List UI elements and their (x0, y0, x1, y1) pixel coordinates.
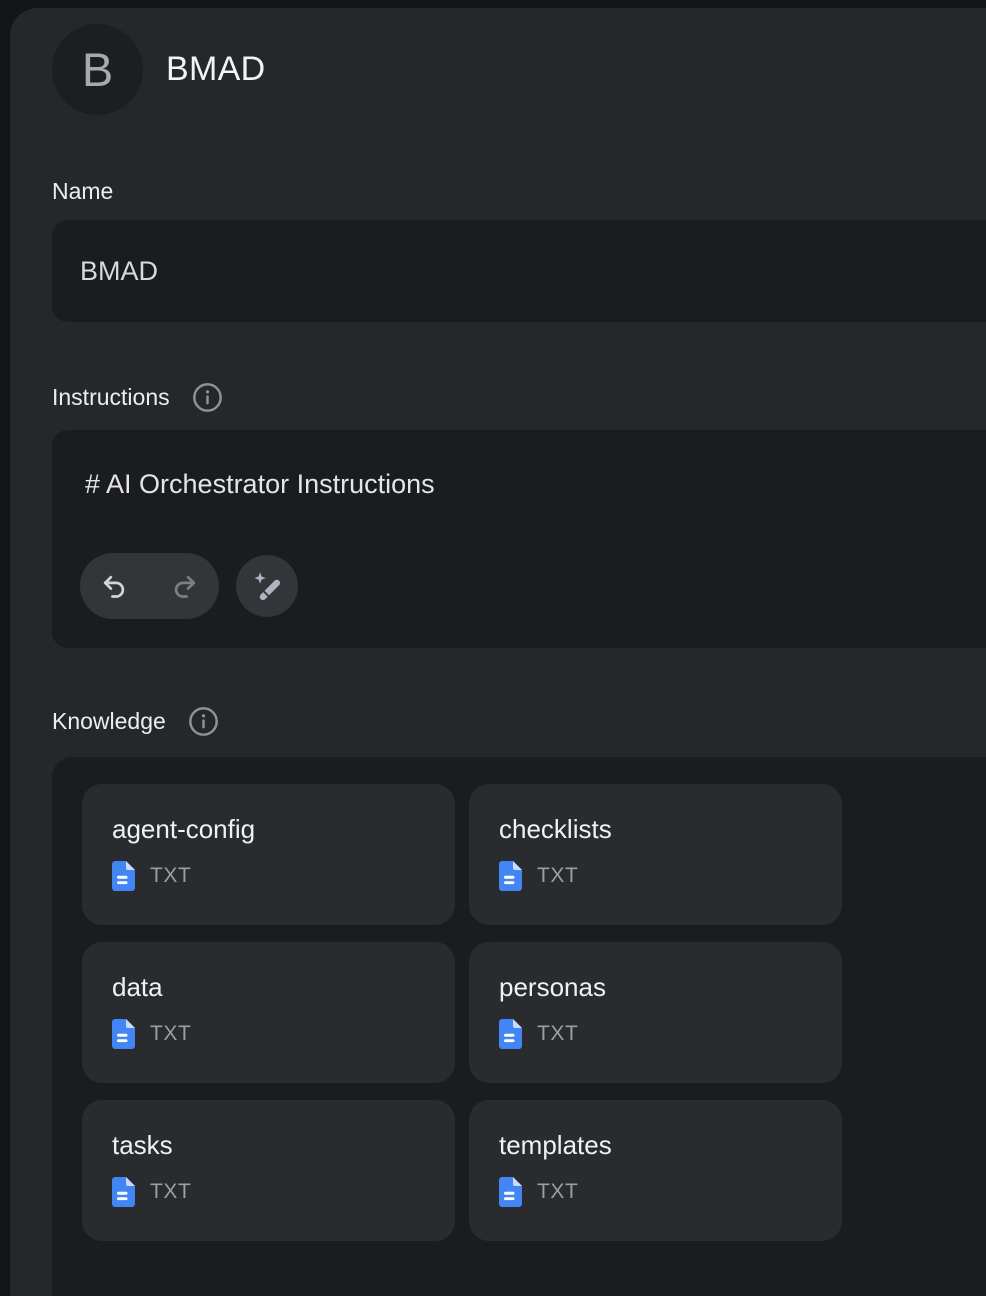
text-document-icon (499, 1177, 522, 1207)
avatar-letter: B (82, 42, 113, 97)
name-input[interactable]: BMAD (52, 220, 986, 322)
file-meta: TXT (112, 1019, 455, 1049)
name-input-value: BMAD (80, 256, 158, 287)
instructions-info-button[interactable] (192, 382, 223, 413)
file-type-badge: TXT (537, 1022, 578, 1046)
file-type-badge: TXT (150, 1180, 191, 1204)
file-meta: TXT (499, 861, 842, 891)
redo-icon (169, 571, 200, 602)
text-document-icon (112, 1019, 135, 1049)
magic-pencil-icon (250, 569, 284, 603)
avatar: B (52, 24, 143, 115)
file-type-badge: TXT (150, 864, 191, 888)
instructions-text: # AI Orchestrator Instructions (52, 430, 986, 501)
knowledge-label-row: Knowledge (52, 706, 986, 737)
file-type-badge: TXT (537, 864, 578, 888)
instructions-toolbar (80, 553, 298, 619)
rewrite-with-ai-button[interactable] (236, 555, 298, 617)
undo-redo-group (80, 553, 219, 619)
text-document-icon (112, 1177, 135, 1207)
editor-panel: B BMAD Name BMAD Instructions # AI Orche… (10, 8, 986, 1296)
gem-editor-viewport: B BMAD Name BMAD Instructions # AI Orche… (0, 0, 986, 1296)
knowledge-file-grid: agent-config TXT checklists TXT data (82, 784, 986, 1241)
file-name: tasks (112, 1130, 455, 1160)
page-title: BMAD (166, 50, 265, 89)
file-meta: TXT (112, 861, 455, 891)
knowledge-file-card[interactable]: personas TXT (469, 942, 842, 1083)
info-icon (188, 706, 219, 737)
file-meta: TXT (112, 1177, 455, 1207)
knowledge-file-card[interactable]: tasks TXT (82, 1100, 455, 1241)
file-name: templates (499, 1130, 842, 1160)
redo-button[interactable] (150, 553, 220, 619)
knowledge-file-card[interactable]: checklists TXT (469, 784, 842, 925)
instructions-input[interactable]: # AI Orchestrator Instructions (52, 430, 986, 648)
file-meta: TXT (499, 1177, 842, 1207)
knowledge-file-card[interactable]: agent-config TXT (82, 784, 455, 925)
file-name: personas (499, 972, 842, 1002)
knowledge-file-card[interactable]: data TXT (82, 942, 455, 1083)
text-document-icon (112, 861, 135, 891)
text-document-icon (499, 1019, 522, 1049)
text-document-icon (499, 861, 522, 891)
instructions-label-row: Instructions (52, 382, 986, 413)
file-name: checklists (499, 814, 842, 844)
file-meta: TXT (499, 1019, 842, 1049)
knowledge-label: Knowledge (52, 706, 166, 737)
info-icon (192, 382, 223, 413)
file-name: data (112, 972, 455, 1002)
knowledge-file-card[interactable]: templates TXT (469, 1100, 842, 1241)
knowledge-info-button[interactable] (188, 706, 219, 737)
file-type-badge: TXT (537, 1180, 578, 1204)
knowledge-container: agent-config TXT checklists TXT data (52, 757, 986, 1296)
instructions-label: Instructions (52, 382, 170, 413)
undo-icon (99, 571, 130, 602)
left-gutter (0, 0, 10, 1296)
name-label: Name (52, 178, 986, 205)
file-type-badge: TXT (150, 1022, 191, 1046)
file-name: agent-config (112, 814, 455, 844)
header: B BMAD (52, 24, 986, 115)
undo-button[interactable] (80, 553, 150, 619)
